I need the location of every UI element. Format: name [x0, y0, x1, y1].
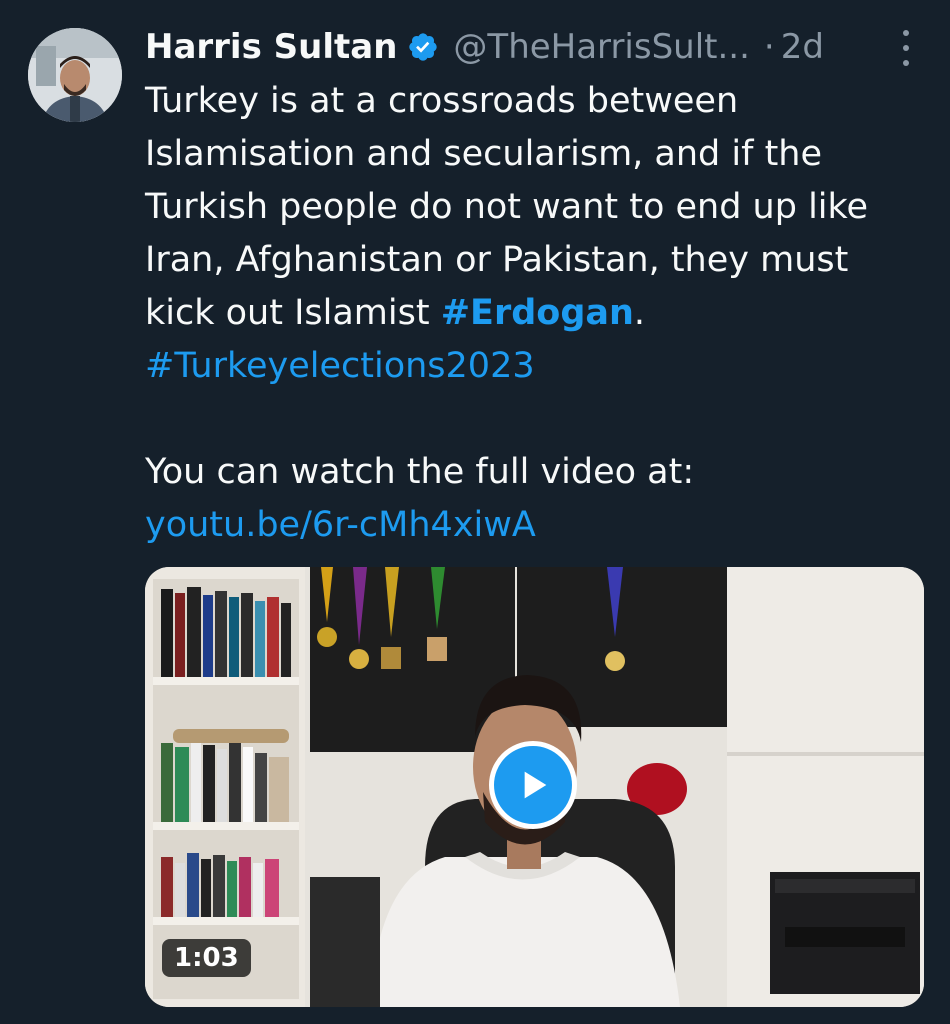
- separator-dot: ·: [763, 27, 775, 67]
- hashtag-turkeyelections2023[interactable]: #Turkeyelections2023: [145, 346, 535, 386]
- tweet-line: You can watch the full video at:: [145, 452, 695, 492]
- video-duration-badge: 1:03: [162, 939, 251, 977]
- more-vertical-icon[interactable]: [894, 30, 918, 66]
- author-handle[interactable]: @TheHarrisSult...: [453, 27, 750, 67]
- tweet-timestamp[interactable]: 2d: [781, 27, 824, 67]
- avatar[interactable]: [28, 28, 122, 122]
- tweet-line: Iran, Afghanistan or Pakistan, they must: [145, 240, 849, 280]
- avatar-image: [28, 28, 122, 122]
- play-triangle: [524, 771, 547, 799]
- verified-badge-icon: [407, 31, 439, 63]
- author-name[interactable]: Harris Sultan: [145, 27, 397, 67]
- tweet-line: Turkish people do not want to end up lik…: [145, 187, 869, 227]
- tweet-line: kick out Islamist #Erdogan.: [145, 287, 930, 340]
- hashtag-erdogan[interactable]: #Erdogan: [441, 293, 634, 333]
- tweet-text-segment: .: [633, 293, 646, 333]
- tweet-text: Turkey is at a crossroads between Islami…: [145, 75, 930, 552]
- tweet-line: Turkey is at a crossroads between: [145, 81, 739, 121]
- tweet-line: Islamisation and secularism, and if the: [145, 134, 823, 174]
- video-link[interactable]: youtu.be/6r-cMh4xiwA: [145, 505, 536, 545]
- tweet-text-segment: kick out Islamist: [145, 293, 441, 333]
- tweet-header: Harris Sultan @TheHarrisSult... · 2d: [145, 22, 930, 72]
- line-break: [145, 393, 930, 446]
- play-icon[interactable]: [489, 741, 577, 829]
- tweet-line: #Turkeyelections2023: [145, 340, 930, 393]
- tweet-line: youtu.be/6r-cMh4xiwA: [145, 499, 930, 552]
